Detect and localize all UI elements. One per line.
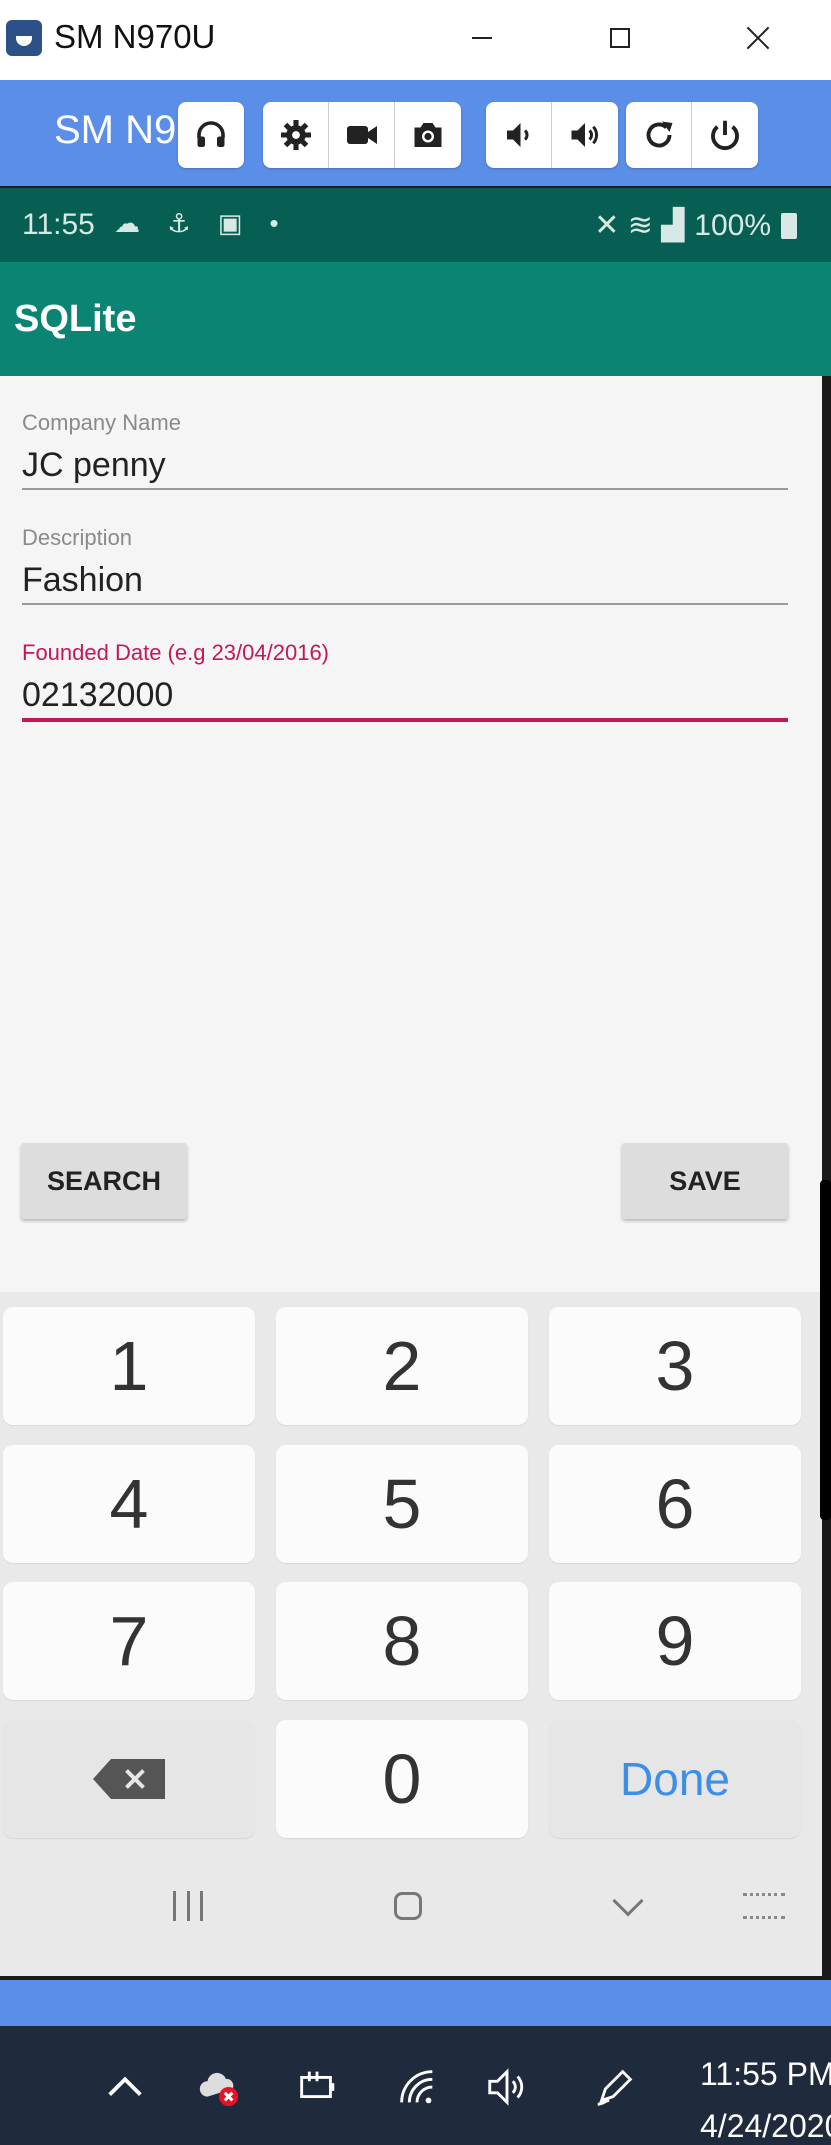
video-camera-icon — [346, 126, 377, 144]
key-2[interactable]: 2 — [276, 1307, 528, 1425]
founded-date-underline — [22, 718, 788, 722]
battery-charging-icon — [300, 2071, 335, 2099]
company-name-underline — [22, 488, 788, 490]
rotate-icon — [646, 121, 672, 148]
description-underline — [22, 603, 788, 605]
notification-icons: ☁ ⚓ ▣ • — [114, 208, 289, 238]
chevron-up-icon — [108, 2076, 142, 2097]
close-button[interactable] — [730, 12, 786, 64]
camera-icon — [414, 123, 442, 147]
key-1[interactable]: 1 — [3, 1307, 255, 1425]
window-titlebar: SM N970U — [0, 0, 831, 80]
volume-down-button[interactable] — [486, 102, 552, 168]
onedrive-button[interactable] — [192, 2060, 246, 2114]
minimize-icon — [472, 37, 492, 39]
screenshot-button[interactable] — [395, 102, 461, 168]
record-button[interactable] — [329, 102, 395, 168]
side-scroll-handle[interactable] — [820, 1180, 831, 1520]
show-hidden-icons-button[interactable] — [98, 2060, 152, 2114]
settings-button[interactable] — [263, 102, 329, 168]
device-group — [626, 102, 758, 168]
numeric-keyboard: 1 2 3 4 5 6 7 8 9 0 Done — [0, 1292, 822, 1840]
capture-group — [263, 102, 461, 168]
window-right-edge — [822, 376, 831, 1976]
hide-keyboard-button[interactable] — [588, 1866, 668, 1946]
app-title: SQLite — [14, 298, 137, 340]
app-bar: SQLite — [0, 262, 831, 376]
battery-percent: 100% — [694, 208, 771, 242]
maximize-icon — [610, 28, 630, 48]
save-button[interactable]: SAVE — [622, 1143, 788, 1219]
rotate-button[interactable] — [626, 102, 692, 168]
pen-workspace-button[interactable] — [588, 2060, 642, 2114]
minimize-button[interactable] — [454, 12, 510, 64]
description-label: Description — [22, 525, 133, 550]
power-button[interactable] — [692, 102, 758, 168]
key-3[interactable]: 3 — [549, 1307, 801, 1425]
home-button[interactable] — [368, 1866, 448, 1946]
recents-icon — [173, 1891, 203, 1921]
status-time: 11:55 — [22, 208, 95, 241]
description-input[interactable]: Fashion — [22, 557, 788, 603]
volume-up-button[interactable] — [552, 102, 618, 168]
close-icon — [745, 25, 771, 51]
key-6[interactable]: 6 — [549, 1445, 801, 1563]
android-status-bar: 11:55 ☁ ⚓ ▣ • ✕ ≋ ▟ 100% — [0, 188, 831, 262]
mirror-toolbar: SM N9 — [0, 80, 831, 188]
founded-date-input[interactable]: 02132000 — [22, 672, 788, 718]
taskbar-date: 4/24/2020 — [700, 2108, 831, 2144]
battery-icon — [781, 212, 797, 239]
android-nav-bar — [0, 1840, 822, 1978]
form-content: Company Name JC penny Description Fashio… — [0, 376, 831, 1292]
gear-icon — [280, 120, 311, 150]
volume-icon — [488, 2068, 524, 2106]
company-name-label: Company Name — [22, 410, 181, 435]
backspace-key[interactable] — [3, 1720, 255, 1838]
signal-icons: ✕ ≋ ▟ — [594, 209, 685, 242]
toolbar-bottom-strip — [0, 1980, 831, 2026]
key-0[interactable]: 0 — [276, 1720, 528, 1838]
founded-date-field[interactable]: Founded Date (e.g 23/04/2016) 02132000 — [22, 640, 788, 722]
volume-button[interactable] — [480, 2060, 534, 2114]
recents-button[interactable] — [148, 1866, 228, 1946]
volume-up-icon — [571, 123, 598, 147]
home-icon — [394, 1892, 422, 1920]
network-button[interactable] — [390, 2060, 444, 2114]
taskbar-clock[interactable]: 11:55 PM 4/24/2020 — [700, 2048, 831, 2145]
window-title: SM N970U — [54, 18, 216, 55]
company-name-input[interactable]: JC penny — [22, 442, 788, 488]
power-icon — [711, 120, 739, 150]
founded-date-label: Founded Date (e.g 23/04/2016) — [22, 640, 330, 665]
headphones-icon — [197, 121, 225, 147]
onedrive-error-icon — [199, 2072, 239, 2107]
headphones-button[interactable] — [178, 102, 244, 168]
device-name: SM N9 — [54, 108, 177, 152]
company-name-field[interactable]: Company Name JC penny — [22, 410, 788, 490]
keyboard-icon — [743, 1893, 785, 1919]
maximize-button[interactable] — [592, 12, 648, 64]
description-field[interactable]: Description Fashion — [22, 525, 788, 605]
chevron-down-icon — [612, 1885, 644, 1917]
key-5[interactable]: 5 — [276, 1445, 528, 1563]
wifi-icon — [400, 2070, 433, 2104]
audio-group — [178, 102, 244, 168]
volume-down-icon — [506, 123, 528, 147]
keyboard-switch-button[interactable] — [724, 1866, 804, 1946]
key-4[interactable]: 4 — [3, 1445, 255, 1563]
key-7[interactable]: 7 — [3, 1582, 255, 1700]
scrcpy-app-icon — [6, 20, 42, 56]
key-9[interactable]: 9 — [549, 1582, 801, 1700]
taskbar-time: 11:55 PM — [700, 2056, 831, 2092]
key-8[interactable]: 8 — [276, 1582, 528, 1700]
battery-button[interactable] — [290, 2060, 344, 2114]
status-right-icons: ✕ ≋ ▟ 100% — [594, 208, 797, 243]
windows-taskbar: 11:55 PM 4/24/2020 — [0, 2026, 831, 2145]
volume-group — [486, 102, 618, 168]
backspace-icon — [93, 1759, 165, 1799]
search-button[interactable]: SEARCH — [21, 1143, 187, 1219]
done-key[interactable]: Done — [549, 1720, 801, 1838]
pen-icon — [597, 2069, 633, 2106]
